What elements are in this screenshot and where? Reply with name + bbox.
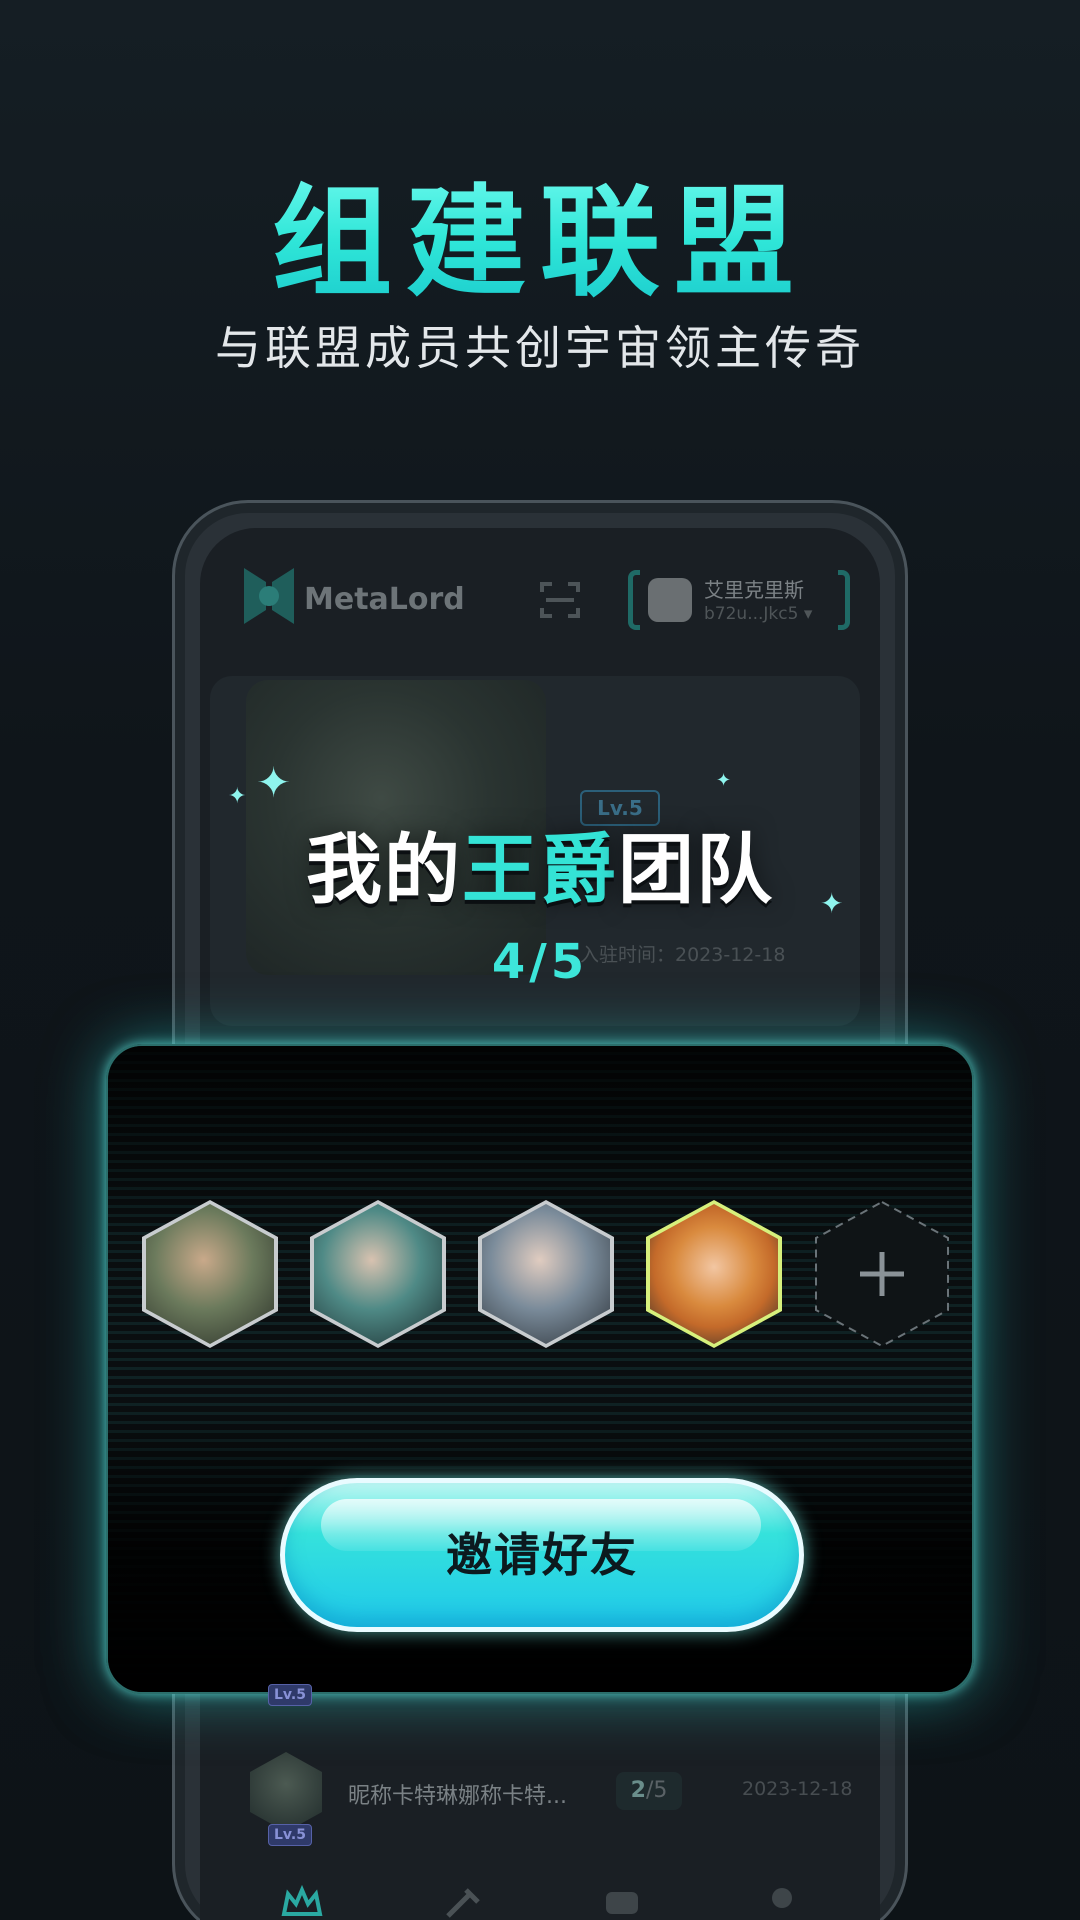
member-avatar-selected[interactable] [646,1200,782,1348]
avatar [648,578,692,622]
member-list [142,1200,962,1350]
level-badge: Lv.5 [268,1684,312,1706]
member-nickname: 昵称卡特琳娜称卡特... [348,1784,567,1809]
member-avatar [250,1752,322,1832]
tab-profile-icon[interactable] [760,1884,804,1920]
team-count: 4/5 [491,934,589,990]
member-avatar[interactable] [478,1200,614,1348]
invite-friends-button[interactable]: 邀请好友 [280,1478,804,1632]
bracket-left-icon [628,570,640,630]
app-logo-text: MetaLord [304,582,465,617]
team-title-prefix: 我的 [306,825,462,914]
add-member-button[interactable] [814,1200,950,1348]
member-progress: 2/5 [616,1772,682,1810]
user-account-selector[interactable]: 艾里克里斯 b72u...Jkc5 ▾ [628,568,850,632]
team-title-highlight: 王爵 [462,825,618,914]
progress-current: 2 [630,1778,646,1803]
hero-title: 组建联盟 [0,145,1080,319]
member-avatar[interactable] [310,1200,446,1348]
bracket-right-icon [838,570,850,630]
team-title-suffix: 团队 [618,825,774,914]
hero-subtitle: 与联盟成员共创宇宙领主传奇 [215,321,865,375]
sparkle-icon: ✦ [716,770,732,791]
bottom-tab-bar [200,1870,880,1920]
metalord-logo-icon [244,568,294,624]
member-date: 2023-12-18 [742,1778,853,1800]
tab-tools-icon[interactable] [440,1884,484,1920]
wallet-address: b72u...Jkc5 ▾ [704,604,813,624]
progress-total: /5 [645,1778,668,1803]
sparkle-icon: ✦ [228,784,247,809]
sparkle-icon: ✦ [256,758,292,807]
level-badge: Lv.5 [268,1824,312,1846]
user-name: 艾里克里斯 [704,578,804,602]
list-item[interactable]: Lv.5 昵称卡特琳娜称卡特... 2/5 2023-12-18 [240,1752,860,1846]
scan-icon[interactable] [540,580,580,620]
tab-chat-icon[interactable] [600,1884,644,1920]
tab-crown-icon[interactable] [280,1884,324,1920]
app-header: MetaLord 艾里克里斯 b72u...Jkc5 ▾ [200,528,880,668]
invite-friends-label: 邀请好友 [446,1528,638,1582]
member-avatar[interactable] [142,1200,278,1348]
team-title: 我的王爵团队 [0,808,1080,918]
